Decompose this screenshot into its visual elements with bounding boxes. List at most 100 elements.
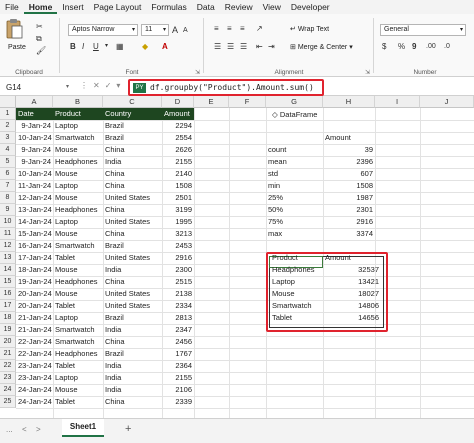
row-header[interactable]: 2 bbox=[0, 120, 16, 132]
font-dialog-launcher-icon[interactable]: ⇲ bbox=[195, 69, 200, 76]
table-cell[interactable]: India bbox=[103, 264, 162, 276]
add-sheet-button[interactable]: + bbox=[125, 423, 131, 435]
table-cell[interactable]: 9-Jan-24 bbox=[16, 120, 53, 132]
table-cell[interactable]: 1508 bbox=[162, 180, 194, 192]
wrap-text-button[interactable]: ↵ Wrap Text bbox=[290, 25, 329, 33]
grow-font-button[interactable]: A bbox=[172, 25, 178, 35]
table-cell[interactable]: Tablet bbox=[53, 252, 103, 264]
table-cell[interactable]: 2501 bbox=[162, 192, 194, 204]
sheet-tab[interactable]: Sheet1 bbox=[62, 419, 104, 437]
describe-stat-value[interactable]: 39 bbox=[323, 144, 375, 156]
row-header[interactable]: 13 bbox=[0, 252, 16, 264]
table-cell[interactable]: 23-Jan-24 bbox=[16, 372, 53, 384]
formula-text[interactable]: df.groupby("Product").Amount.sum() bbox=[150, 82, 314, 94]
column-header-c[interactable]: C bbox=[103, 96, 162, 108]
dataframe-label[interactable]: ◇ DataFrame bbox=[272, 110, 317, 119]
table-cell[interactable]: 10-Jan-24 bbox=[16, 168, 53, 180]
row-header[interactable]: 14 bbox=[0, 264, 16, 276]
table-cell[interactable]: 2339 bbox=[162, 396, 194, 408]
describe-stat-value[interactable]: 3374 bbox=[323, 228, 375, 240]
align-center-icon[interactable]: ☰ bbox=[227, 42, 234, 52]
bold-button[interactable]: B bbox=[70, 42, 76, 52]
table-cell[interactable]: 2364 bbox=[162, 360, 194, 372]
table-cell[interactable]: 3213 bbox=[162, 228, 194, 240]
row-header[interactable]: 5 bbox=[0, 156, 16, 168]
column-header-j[interactable]: J bbox=[420, 96, 474, 108]
table-cell[interactable]: 24-Jan-24 bbox=[16, 384, 53, 396]
underline-button[interactable]: U bbox=[93, 42, 99, 52]
row-header[interactable]: 21 bbox=[0, 348, 16, 360]
menu-tab-review[interactable]: Review bbox=[220, 0, 258, 14]
table-cell[interactable]: 21-Jan-24 bbox=[16, 324, 53, 336]
table-cell[interactable]: 19-Jan-24 bbox=[16, 276, 53, 288]
table-cell[interactable]: 14-Jan-24 bbox=[16, 216, 53, 228]
column-header-b[interactable]: B bbox=[53, 96, 103, 108]
table-cell[interactable]: 2294 bbox=[162, 120, 194, 132]
table-cell[interactable]: 2626 bbox=[162, 144, 194, 156]
next-sheet-button[interactable]: > bbox=[36, 425, 41, 434]
row-header[interactable]: 3 bbox=[0, 132, 16, 144]
table-cell[interactable]: 22-Jan-24 bbox=[16, 336, 53, 348]
formula-input-highlight[interactable]: PY df.groupby("Product").Amount.sum() bbox=[128, 79, 324, 96]
italic-button[interactable]: I bbox=[82, 42, 84, 52]
font-name-dropdown[interactable]: Aptos Narrow ▾ bbox=[68, 24, 138, 36]
column-header-h[interactable]: H bbox=[323, 96, 375, 108]
table-cell[interactable]: Mouse bbox=[53, 192, 103, 204]
table-cell[interactable]: Smartwatch bbox=[53, 336, 103, 348]
table-cell[interactable]: United States bbox=[103, 252, 162, 264]
table-cell[interactable]: China bbox=[103, 276, 162, 288]
table-cell[interactable]: 2106 bbox=[162, 384, 194, 396]
table-cell[interactable]: Mouse bbox=[53, 144, 103, 156]
top-align-icon[interactable]: ≡ bbox=[214, 24, 219, 34]
row-header[interactable]: 19 bbox=[0, 324, 16, 336]
table-cell[interactable]: 2347 bbox=[162, 324, 194, 336]
percent-button[interactable]: % bbox=[398, 42, 405, 52]
table-cell[interactable]: Mouse bbox=[53, 228, 103, 240]
table-cell[interactable]: China bbox=[103, 396, 162, 408]
cancel-icon[interactable]: ✕ bbox=[93, 81, 105, 90]
table-cell[interactable]: 21-Jan-24 bbox=[16, 312, 53, 324]
cut-icon[interactable]: ✂ bbox=[36, 22, 43, 32]
row-header[interactable]: 11 bbox=[0, 228, 16, 240]
describe-stat-label[interactable]: min bbox=[266, 180, 323, 192]
menu-tab-file[interactable]: File bbox=[0, 0, 24, 14]
row-header[interactable]: 8 bbox=[0, 192, 16, 204]
menu-tab-view[interactable]: View bbox=[258, 0, 286, 14]
shrink-font-button[interactable]: A bbox=[183, 26, 188, 36]
table-cell[interactable]: China bbox=[103, 180, 162, 192]
table-header-cell[interactable]: Date bbox=[16, 108, 53, 120]
more-sheets-button[interactable]: ... bbox=[6, 425, 13, 434]
font-size-dropdown[interactable]: 11 ▾ bbox=[141, 24, 169, 36]
table-cell[interactable]: 18-Jan-24 bbox=[16, 264, 53, 276]
table-cell[interactable]: 2916 bbox=[162, 252, 194, 264]
menu-tab-home[interactable]: Home bbox=[23, 0, 58, 14]
table-cell[interactable]: India bbox=[103, 360, 162, 372]
more-icon[interactable]: ⋮ bbox=[80, 81, 93, 90]
table-cell[interactable]: Mouse bbox=[53, 264, 103, 276]
fill-color-button[interactable]: ◆ bbox=[142, 42, 148, 52]
table-cell[interactable]: 2155 bbox=[162, 156, 194, 168]
table-cell[interactable]: 3199 bbox=[162, 204, 194, 216]
table-cell[interactable]: 13-Jan-24 bbox=[16, 204, 53, 216]
table-header-cell[interactable]: Product bbox=[53, 108, 103, 120]
column-header-f[interactable]: F bbox=[229, 96, 266, 108]
table-cell[interactable]: 2515 bbox=[162, 276, 194, 288]
decrease-decimal-icon[interactable]: .0 bbox=[444, 42, 450, 52]
table-cell[interactable]: 16-Jan-24 bbox=[16, 240, 53, 252]
row-header[interactable]: 12 bbox=[0, 240, 16, 252]
table-cell[interactable]: 9-Jan-24 bbox=[16, 156, 53, 168]
previous-sheet-button[interactable]: < bbox=[22, 425, 27, 434]
table-cell[interactable]: Laptop bbox=[53, 312, 103, 324]
table-cell[interactable]: China bbox=[103, 336, 162, 348]
table-cell[interactable]: India bbox=[103, 324, 162, 336]
table-cell[interactable]: Headphones bbox=[53, 348, 103, 360]
table-cell[interactable]: 23-Jan-24 bbox=[16, 360, 53, 372]
chevron-down-icon[interactable]: ▾ bbox=[116, 81, 125, 90]
row-header[interactable]: 9 bbox=[0, 204, 16, 216]
table-cell[interactable]: Headphones bbox=[53, 156, 103, 168]
underline-dropdown[interactable]: ▾ bbox=[105, 41, 108, 51]
table-cell[interactable]: Mouse bbox=[53, 384, 103, 396]
row-header[interactable]: 10 bbox=[0, 216, 16, 228]
row-header[interactable]: 23 bbox=[0, 372, 16, 384]
describe-stat-label[interactable]: 25% bbox=[266, 192, 323, 204]
